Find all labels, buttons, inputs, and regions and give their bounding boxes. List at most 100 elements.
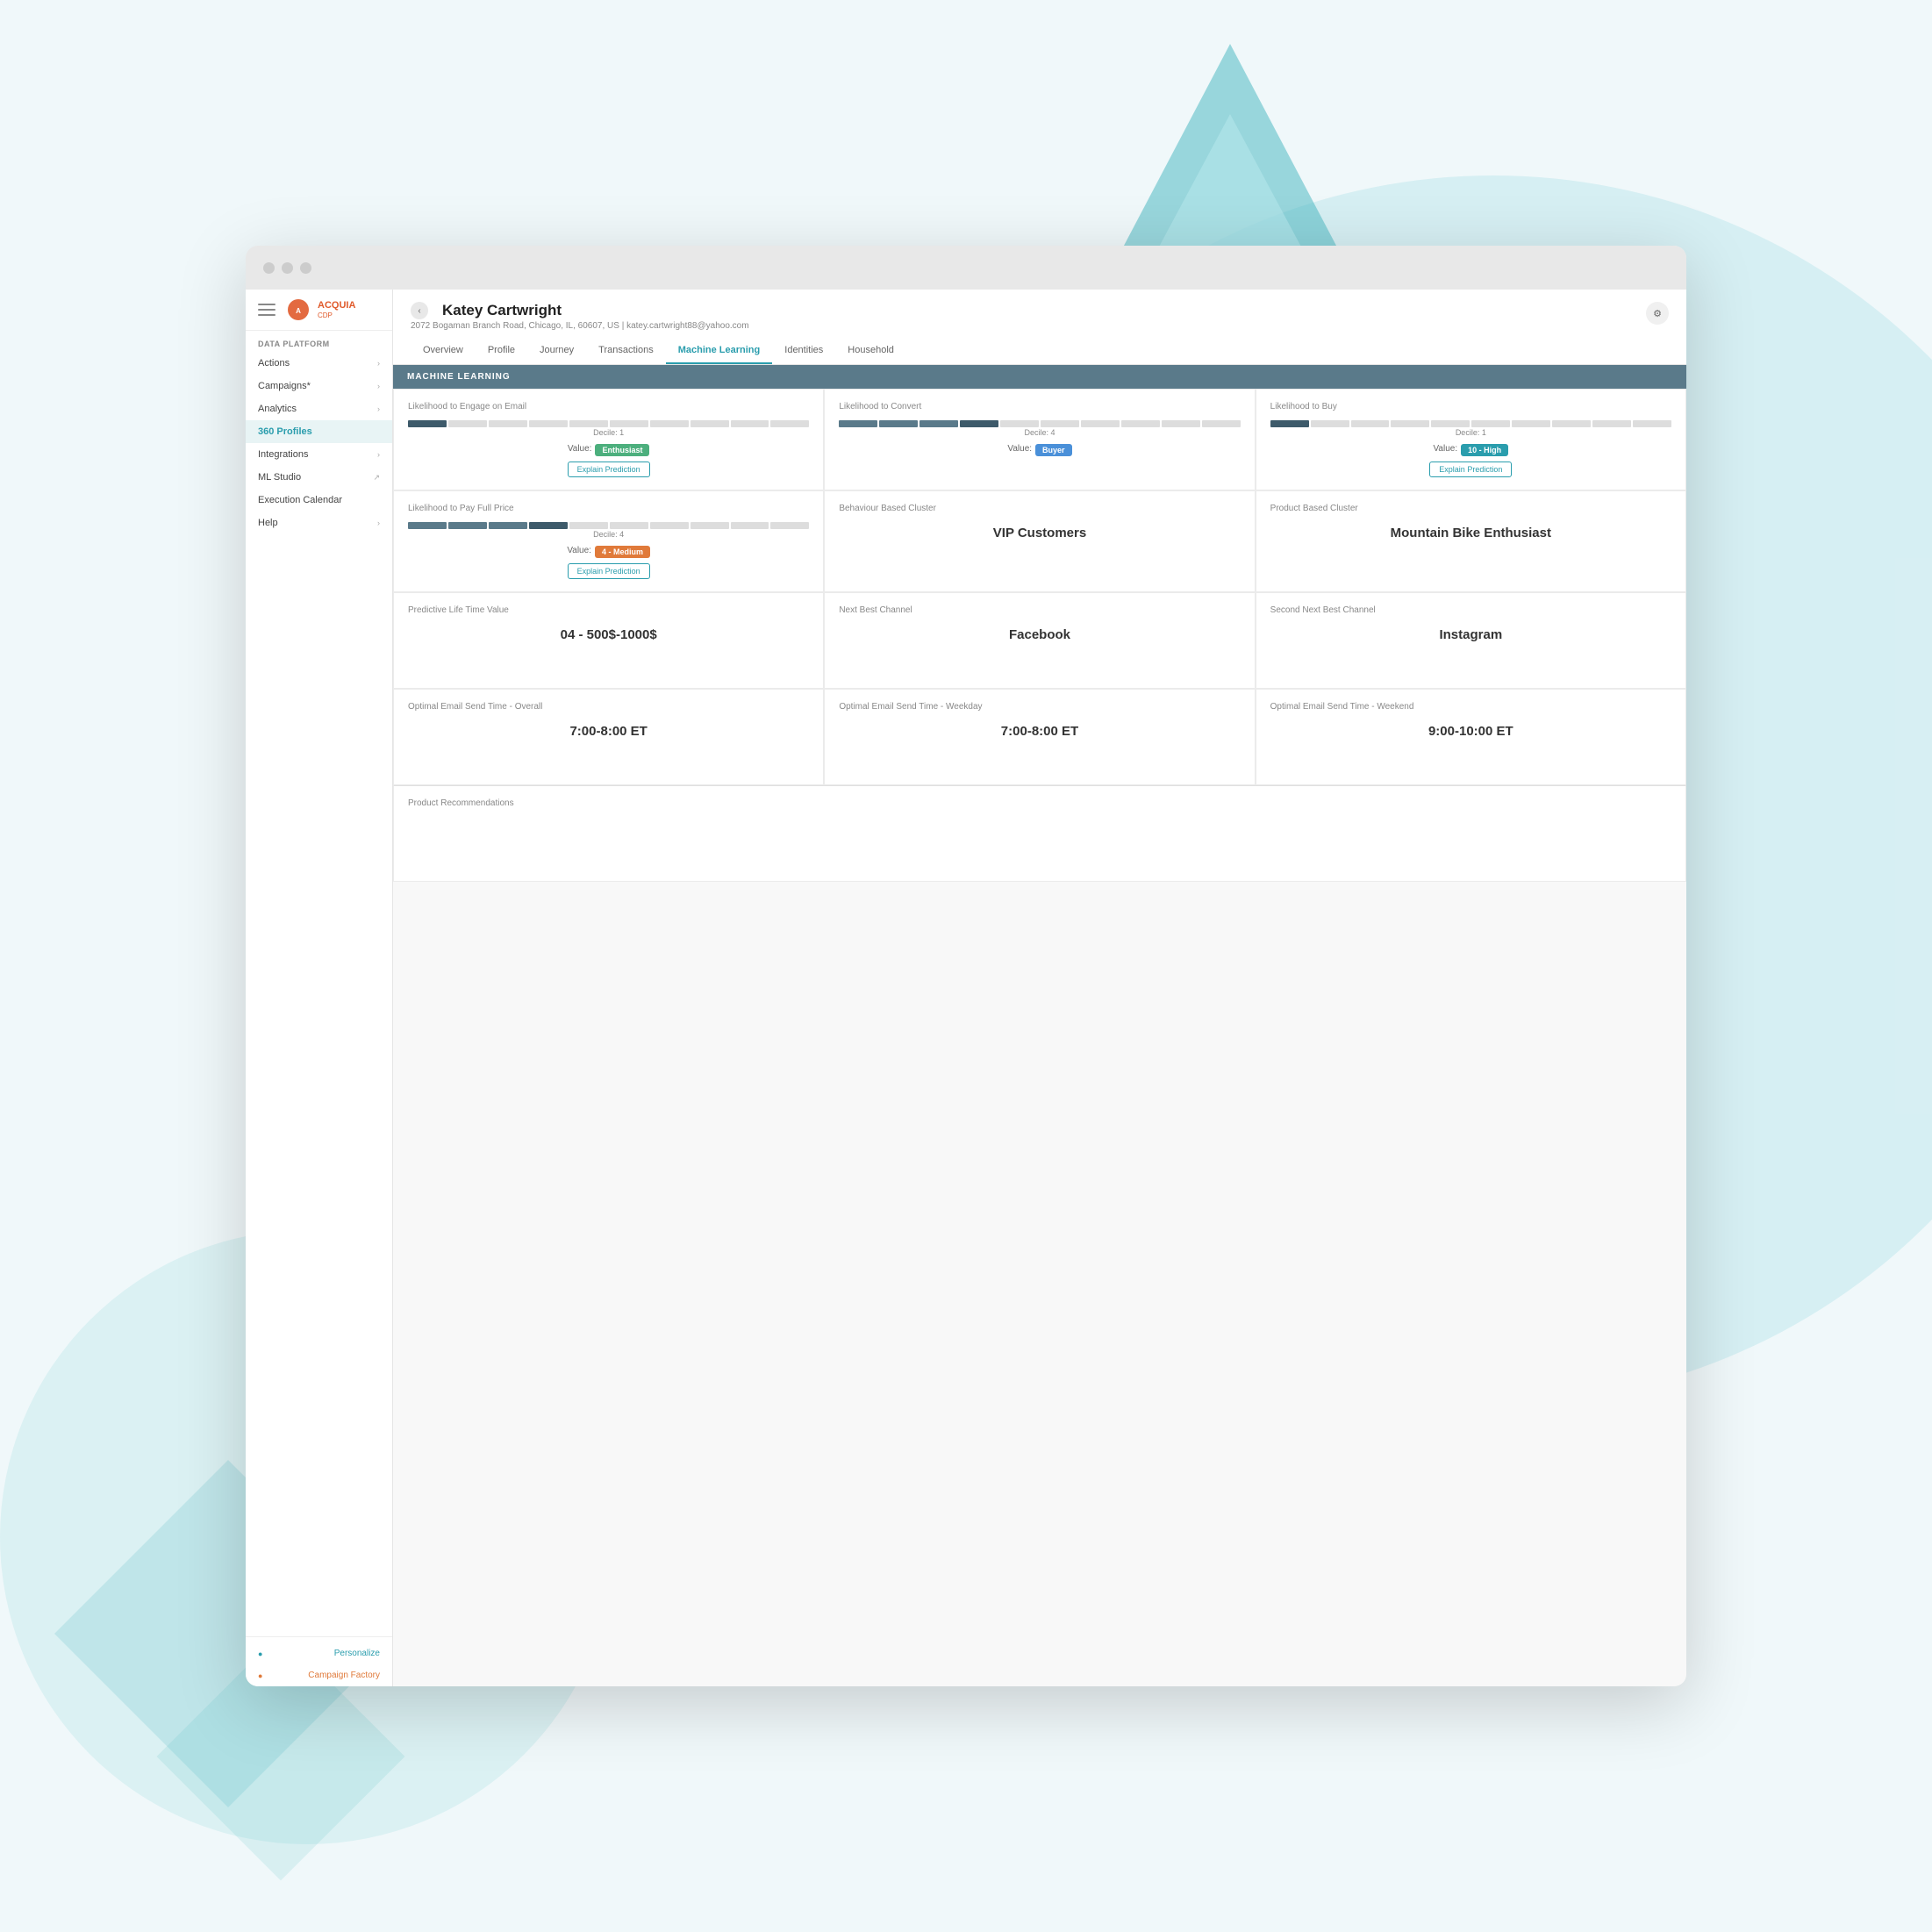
sidebar-item-label-campaignfactory: Campaign Factory: [308, 1671, 380, 1680]
ml-card-behaviour-cluster: Behaviour Based Cluster VIP Customers: [824, 490, 1255, 592]
browser-dot-red: [263, 262, 275, 274]
value-row-2: Value: 10 - High: [1434, 440, 1509, 456]
seg-3-4: [529, 522, 568, 529]
seg-1-5: [1000, 420, 1039, 427]
value-label-2: Value:: [1434, 444, 1458, 454]
seg-2-9: [1592, 420, 1631, 427]
tab-identities[interactable]: Identities: [772, 338, 835, 364]
ml-card-title-7: Next Best Channel: [839, 605, 1240, 615]
dot-icon-personalize: ●: [258, 1649, 262, 1658]
sidebar-item-label-personalize: Personalize: [334, 1649, 380, 1658]
value-label-0: Value:: [568, 444, 592, 454]
ml-card-title-4: Behaviour Based Cluster: [839, 504, 1240, 513]
sidebar-item-integrations[interactable]: Integrations ›: [246, 443, 392, 466]
value-row-0: Value: Enthusiast: [568, 440, 650, 456]
chevron-icon-integrations: ›: [377, 450, 380, 459]
sidebar-item-actions[interactable]: Actions ›: [246, 352, 392, 375]
tab-profile[interactable]: Profile: [476, 338, 527, 364]
sidebar-item-campaigns[interactable]: Campaigns* ›: [246, 375, 392, 397]
ml-card-title-9: Optimal Email Send Time - Overall: [408, 702, 809, 712]
ml-card-likelihood-pay-full: Likelihood to Pay Full Price: [393, 490, 824, 592]
sidebar-item-campaignfactory[interactable]: ● Campaign Factory: [246, 1664, 392, 1686]
seg-3-10: [770, 522, 809, 529]
sidebar-item-mlstudio[interactable]: ML Studio ↗: [246, 466, 392, 489]
tab-machinelearning[interactable]: Machine Learning: [666, 338, 773, 364]
ml-card-value-5: Mountain Bike Enthusiast: [1270, 526, 1671, 540]
seg-0-1: [408, 420, 447, 427]
seg-0-6: [610, 420, 648, 427]
seg-1-7: [1081, 420, 1120, 427]
seg-2-4: [1391, 420, 1429, 427]
seg-3-7: [650, 522, 689, 529]
logo-sub: CDP: [318, 311, 355, 319]
decile-label-0: Decile: 1: [593, 428, 624, 437]
ml-card-likelihood-engage-email: Likelihood to Engage on Email: [393, 389, 824, 490]
tab-household[interactable]: Household: [835, 338, 906, 364]
tab-journey[interactable]: Journey: [527, 338, 586, 364]
seg-3-8: [691, 522, 729, 529]
explain-btn-0[interactable]: Explain Prediction: [568, 462, 650, 477]
seg-2-3: [1351, 420, 1390, 427]
svg-text:A: A: [296, 307, 301, 315]
seg-0-7: [650, 420, 689, 427]
decile-label-1: Decile: 4: [1024, 428, 1055, 437]
profile-settings-button[interactable]: ⚙: [1646, 302, 1669, 325]
seg-1-9: [1162, 420, 1200, 427]
ml-card-content-0: Decile: 1 Value: Enthusiast Explain Pred…: [408, 420, 809, 477]
dot-icon-campaignfactory: ●: [258, 1671, 262, 1680]
seg-2-5: [1431, 420, 1470, 427]
chevron-icon-actions: ›: [377, 359, 380, 368]
ml-card-title-6: Predictive Life Time Value: [408, 605, 809, 615]
chevron-icon-help: ›: [377, 519, 380, 527]
nav-toggle-button[interactable]: [254, 300, 279, 319]
ml-card-value-7: Facebook: [839, 627, 1240, 642]
sidebar-item-360profiles[interactable]: 360 Profiles: [246, 420, 392, 443]
ml-card-title-10: Optimal Email Send Time - Weekday: [839, 702, 1240, 712]
seg-1-4: [960, 420, 998, 427]
profile-tabs: Overview Profile Journey Transactions Ma…: [411, 338, 1669, 364]
sidebar-item-analytics[interactable]: Analytics ›: [246, 397, 392, 420]
decile-label-3: Decile: 4: [593, 530, 624, 539]
tab-transactions[interactable]: Transactions: [586, 338, 666, 364]
ml-card-value-11: 9:00-10:00 ET: [1270, 724, 1671, 739]
progress-bar-3: [408, 522, 809, 529]
ml-card-content-1: Decile: 4 Value: Buyer: [839, 420, 1240, 456]
seg-1-2: [879, 420, 918, 427]
profile-address: 2072 Bogaman Branch Road, Chicago, IL, 6…: [411, 321, 749, 331]
chevron-icon-campaigns: ›: [377, 382, 380, 390]
ml-card-product-recommendations: Product Recommendations: [393, 785, 1686, 882]
value-badge-1: Buyer: [1035, 444, 1072, 456]
sidebar-item-label-campaigns: Campaigns*: [258, 381, 311, 391]
ml-card-title-1: Likelihood to Convert: [839, 402, 1240, 411]
ml-card-optimal-send-overall: Optimal Email Send Time - Overall 7:00-8…: [393, 689, 824, 785]
value-badge-2: 10 - High: [1461, 444, 1508, 456]
progress-bar-0: [408, 420, 809, 427]
ml-card-likelihood-convert: Likelihood to Convert: [824, 389, 1255, 490]
sidebar-item-personalize[interactable]: ● Personalize: [246, 1642, 392, 1664]
ml-card-optimal-send-weekend: Optimal Email Send Time - Weekend 9:00-1…: [1256, 689, 1686, 785]
explain-btn-2[interactable]: Explain Prediction: [1429, 462, 1512, 477]
ml-card-title-11: Optimal Email Send Time - Weekend: [1270, 702, 1671, 712]
seg-1-3: [919, 420, 958, 427]
decile-label-2: Decile: 1: [1456, 428, 1486, 437]
ml-card-value-8: Instagram: [1270, 627, 1671, 642]
seg-2-8: [1552, 420, 1591, 427]
seg-1-8: [1121, 420, 1160, 427]
ml-product-rec-label: Product Recommendations: [408, 798, 1671, 808]
seg-1-6: [1041, 420, 1079, 427]
sidebar-item-help[interactable]: Help ›: [246, 512, 392, 534]
ml-card-product-cluster: Product Based Cluster Mountain Bike Enth…: [1256, 490, 1686, 592]
progress-bar-2: [1270, 420, 1671, 427]
sidebar: A ACQUIA CDP Data Platform Actions › Cam…: [246, 290, 393, 1686]
back-button[interactable]: ‹: [411, 302, 428, 319]
sidebar-item-execution[interactable]: Execution Calendar: [246, 489, 392, 512]
ml-card-predictive-ltv: Predictive Life Time Value 04 - 500$-100…: [393, 592, 824, 689]
ml-card-value-9: 7:00-8:00 ET: [408, 724, 809, 739]
ml-card-content-3: Decile: 4 Value: 4 - Medium Explain Pred…: [408, 522, 809, 579]
seg-0-5: [569, 420, 608, 427]
main-content: ‹ Katey Cartwright 2072 Bogaman Branch R…: [393, 290, 1686, 1686]
tab-overview[interactable]: Overview: [411, 338, 476, 364]
seg-2-6: [1471, 420, 1510, 427]
value-label-3: Value:: [567, 546, 591, 555]
explain-btn-3[interactable]: Explain Prediction: [568, 563, 650, 579]
